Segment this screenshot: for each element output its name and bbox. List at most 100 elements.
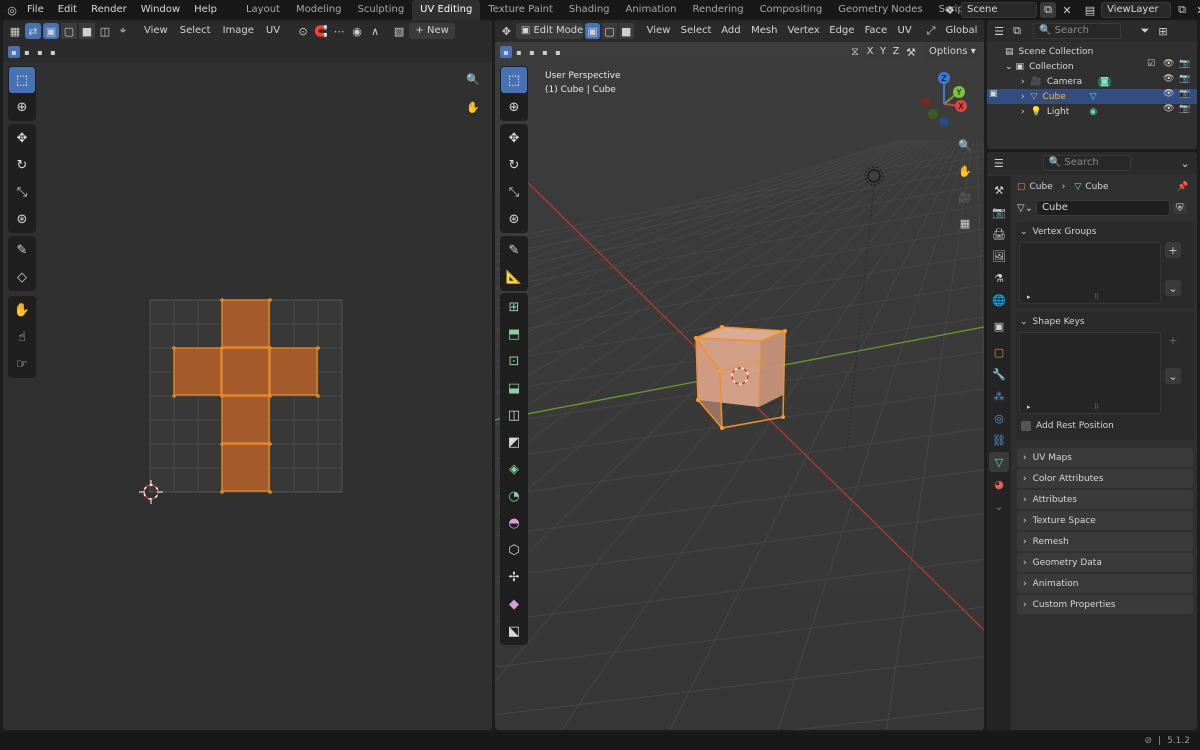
vp-menu-vertex[interactable]: Vertex: [783, 23, 823, 39]
scene-icon[interactable]: ❖: [942, 2, 958, 18]
filter-icon[interactable]: ⏷: [1137, 23, 1153, 39]
menu-help[interactable]: Help: [187, 0, 224, 20]
collection-visibility-icon[interactable]: 👁: [1163, 59, 1174, 69]
wrench-icon[interactable]: ⚒: [903, 44, 919, 60]
mesh-name-field[interactable]: Cube: [1036, 200, 1171, 216]
uv-vertex[interactable]: [220, 490, 224, 494]
move-tool-icon[interactable]: ✥: [9, 125, 35, 151]
new-image-button[interactable]: + New: [409, 23, 456, 39]
grab-tool-icon[interactable]: ✋: [9, 297, 35, 323]
rip-tool-icon[interactable]: ◇: [9, 264, 35, 290]
list-expand-icon[interactable]: ▸: [1027, 293, 1031, 301]
tab-shading[interactable]: Shading: [561, 0, 618, 20]
uv-vertex[interactable]: [268, 394, 272, 398]
tab-rendering[interactable]: Rendering: [684, 0, 751, 20]
render-tab-icon[interactable]: 📷: [989, 202, 1009, 222]
transform-orientation-icon[interactable]: ⤢: [924, 23, 939, 39]
smooth-tool-icon[interactable]: ◓: [501, 510, 527, 536]
vp-menu-view[interactable]: View: [642, 23, 674, 39]
mesh-datablock-icon[interactable]: ▽⌄: [1017, 203, 1033, 214]
pivot-icon[interactable]: ⊙: [295, 23, 311, 39]
vp-transform-tool-icon[interactable]: ⊛: [501, 206, 527, 232]
extrude-tool-icon[interactable]: ⬒: [501, 321, 527, 347]
transform-tool-icon[interactable]: ⊛: [9, 206, 35, 232]
tab-modeling[interactable]: Modeling: [288, 0, 350, 20]
cube-visibility-icon[interactable]: 👁: [1163, 89, 1174, 99]
pin-icon[interactable]: 📌: [1177, 182, 1188, 192]
vp-menu-face[interactable]: Face: [860, 23, 891, 39]
panel-animation[interactable]: › Animation: [1017, 574, 1193, 593]
uv-face[interactable]: [269, 347, 318, 396]
tab-geometry-nodes[interactable]: Geometry Nodes: [830, 0, 930, 20]
outliner-row-scene-collection[interactable]: ▤ Scene Collection: [987, 44, 1197, 59]
camera-visibility-icon[interactable]: 👁: [1163, 74, 1174, 84]
panel-attributes[interactable]: › Attributes: [1017, 490, 1193, 509]
scale-tool-icon[interactable]: ⤡: [9, 179, 35, 205]
vp-rotate-tool-icon[interactable]: ↻: [501, 152, 527, 178]
uv-vertex[interactable]: [220, 394, 224, 398]
mirror-z-toggle[interactable]: Z: [890, 44, 902, 60]
panel-remesh[interactable]: › Remesh: [1017, 532, 1193, 551]
zoom-icon[interactable]: 🔍: [462, 68, 484, 90]
edge-slide-tool-icon[interactable]: ⬡: [501, 537, 527, 563]
shape-keys-expand-icon[interactable]: ▸: [1027, 403, 1031, 411]
vp-zoom-icon[interactable]: 🔍: [954, 134, 976, 156]
panel-custom-properties[interactable]: › Custom Properties: [1017, 595, 1193, 614]
cursor-tool-icon[interactable]: ⊕: [9, 94, 35, 120]
vp-annotate-tool-icon[interactable]: ✎: [501, 237, 527, 263]
tab-texture-paint[interactable]: Texture Paint: [480, 0, 561, 20]
vp-select-mode-intersect-icon[interactable]: ▪: [552, 46, 564, 58]
fake-user-shield-icon[interactable]: ⛨: [1173, 202, 1187, 214]
menu-edit[interactable]: Edit: [51, 0, 84, 20]
shape-key-specials-icon[interactable]: ⌄: [1165, 368, 1181, 384]
scene-tab-icon[interactable]: ⚗: [989, 268, 1009, 288]
uv-vertex[interactable]: [172, 394, 176, 398]
view-layer-tab-icon[interactable]: 🖼: [989, 246, 1009, 266]
perspective-toggle-icon[interactable]: ▦: [954, 212, 976, 234]
navigation-gizmo[interactable]: X Y Z: [911, 68, 977, 134]
uv-vertex[interactable]: [268, 298, 272, 302]
mirror-y-toggle[interactable]: Y: [877, 44, 889, 60]
pan-hand-icon[interactable]: ✋: [462, 96, 484, 118]
tab-animation[interactable]: Animation: [618, 0, 685, 20]
panel-texture-space[interactable]: › Texture Space: [1017, 511, 1193, 530]
island-select-icon[interactable]: ◫: [97, 23, 113, 39]
poly-build-tool-icon[interactable]: ◈: [501, 456, 527, 482]
display-mode-icon[interactable]: ⧉: [1009, 23, 1025, 39]
vp-select-mode-new-icon[interactable]: ▪: [500, 46, 512, 58]
collection-checkbox-icon[interactable]: ☑: [1147, 59, 1155, 69]
mirror-x-toggle[interactable]: X: [864, 44, 876, 60]
options-dropdown[interactable]: Options ▾: [924, 44, 981, 60]
light-visibility-icon[interactable]: 👁: [1163, 104, 1174, 114]
vertex-select-icon[interactable]: ▣: [43, 23, 59, 39]
particles-tab-icon[interactable]: ⁂: [989, 386, 1009, 406]
viewport-editor-type-icon[interactable]: ✥: [499, 23, 514, 39]
mode-selector[interactable]: ▣ Edit Mode: [515, 23, 583, 39]
vp-select-mode-difference-icon[interactable]: ▪: [539, 46, 551, 58]
remove-scene-icon[interactable]: ✕: [1059, 2, 1075, 18]
vp-select-mode-extend-icon[interactable]: ▪: [513, 46, 525, 58]
shape-keys-list[interactable]: ▸ ⠿: [1019, 332, 1161, 414]
uv-menu-uv[interactable]: UV: [261, 23, 285, 39]
tab-uv-editing[interactable]: UV Editing: [412, 0, 481, 20]
transform-orientation-field[interactable]: Global: [940, 23, 980, 39]
constraints-tab-icon[interactable]: ⛓: [989, 430, 1009, 450]
image-browse-icon[interactable]: ▧: [391, 23, 407, 39]
inset-tool-icon[interactable]: ⊡: [501, 348, 527, 374]
remove-view-layer-icon[interactable]: ✕: [1193, 2, 1200, 18]
camera-expand-arrow-icon[interactable]: ›: [1021, 77, 1025, 87]
panel-uv-maps[interactable]: › UV Maps: [1017, 448, 1193, 467]
menu-render[interactable]: Render: [84, 0, 134, 20]
tab-sculpting[interactable]: Sculpting: [349, 0, 412, 20]
tool-tab-icon[interactable]: ⚒: [989, 180, 1009, 200]
face-select-icon[interactable]: ■: [79, 23, 95, 39]
outliner-row-cube[interactable]: › ▽ Cube ▽ 👁 📷 ▣: [987, 89, 1197, 104]
collection-render-icon[interactable]: 📷: [1179, 59, 1190, 69]
list-resize-grip-icon[interactable]: ⠿: [1094, 293, 1099, 301]
uv-face[interactable]: [221, 347, 270, 396]
properties-search-input[interactable]: 🔍 Search: [1042, 155, 1132, 171]
add-shape-key-button[interactable]: +: [1165, 332, 1181, 348]
vp-pan-hand-icon[interactable]: ✋: [954, 160, 976, 182]
camera-data-icon[interactable]: ◙: [1098, 76, 1111, 87]
camera-render-icon[interactable]: 📷: [1179, 74, 1190, 84]
